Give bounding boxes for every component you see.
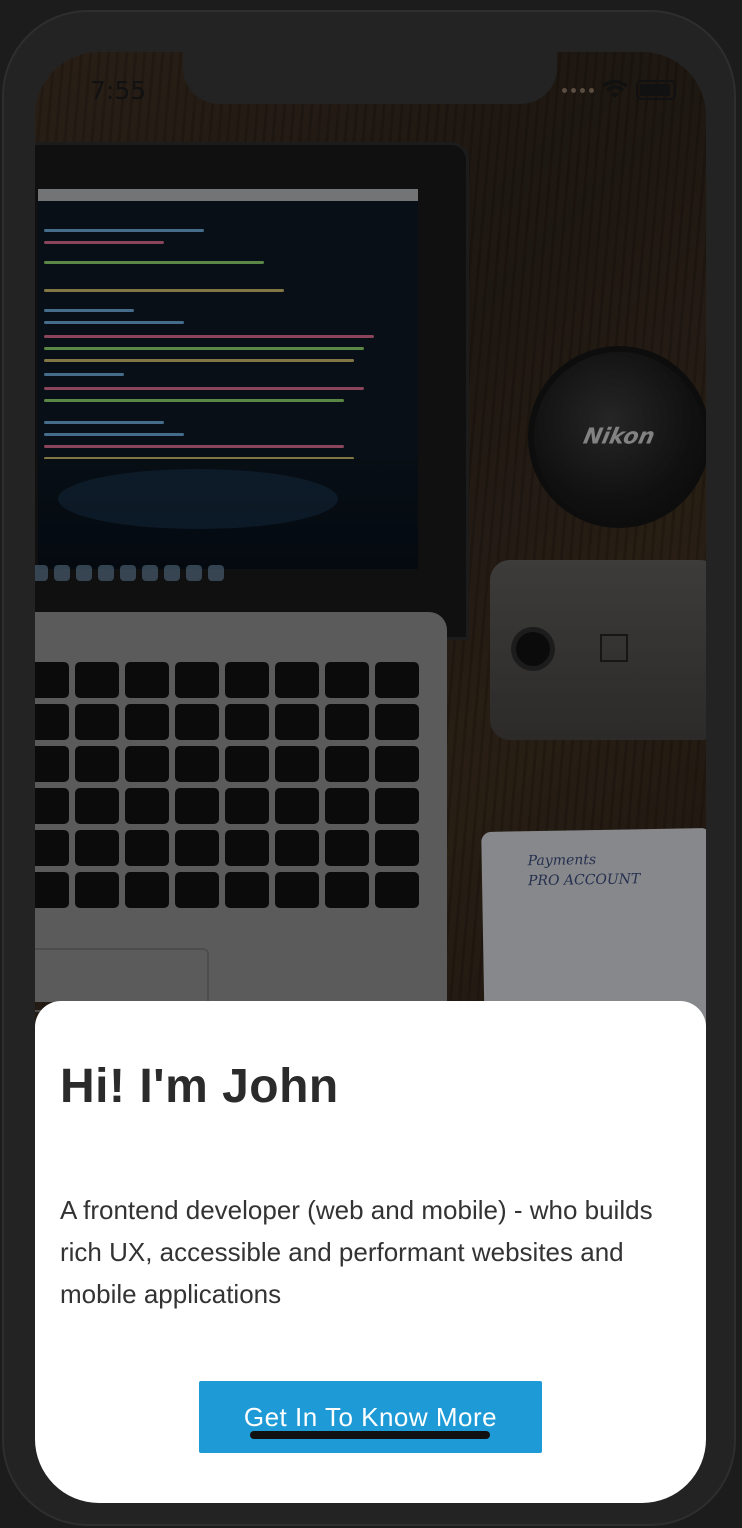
intro-card: Hi! I'm John A frontend developer (web a… [35,1001,706,1503]
phone-frame: Nikon Payments PRO ACCOUNT 7:55 Hi! I'm … [2,10,736,1526]
page-title: Hi! I'm John [60,1060,339,1113]
wifi-icon [602,80,628,98]
hero-background-photo: Nikon Payments PRO ACCOUNT [35,52,706,1042]
know-more-button[interactable]: Get In To Know More [199,1381,542,1453]
device-notch [183,52,557,104]
cellular-dots-icon [562,87,594,93]
battery-icon [636,80,676,100]
home-indicator [250,1431,490,1439]
intro-description: A frontend developer (web and mobile) - … [60,1195,653,1309]
status-time: 7:55 [90,76,147,105]
status-icons [562,80,676,100]
app-screen: Nikon Payments PRO ACCOUNT 7:55 Hi! I'm … [35,52,706,1503]
photo-overlay [35,52,706,1032]
